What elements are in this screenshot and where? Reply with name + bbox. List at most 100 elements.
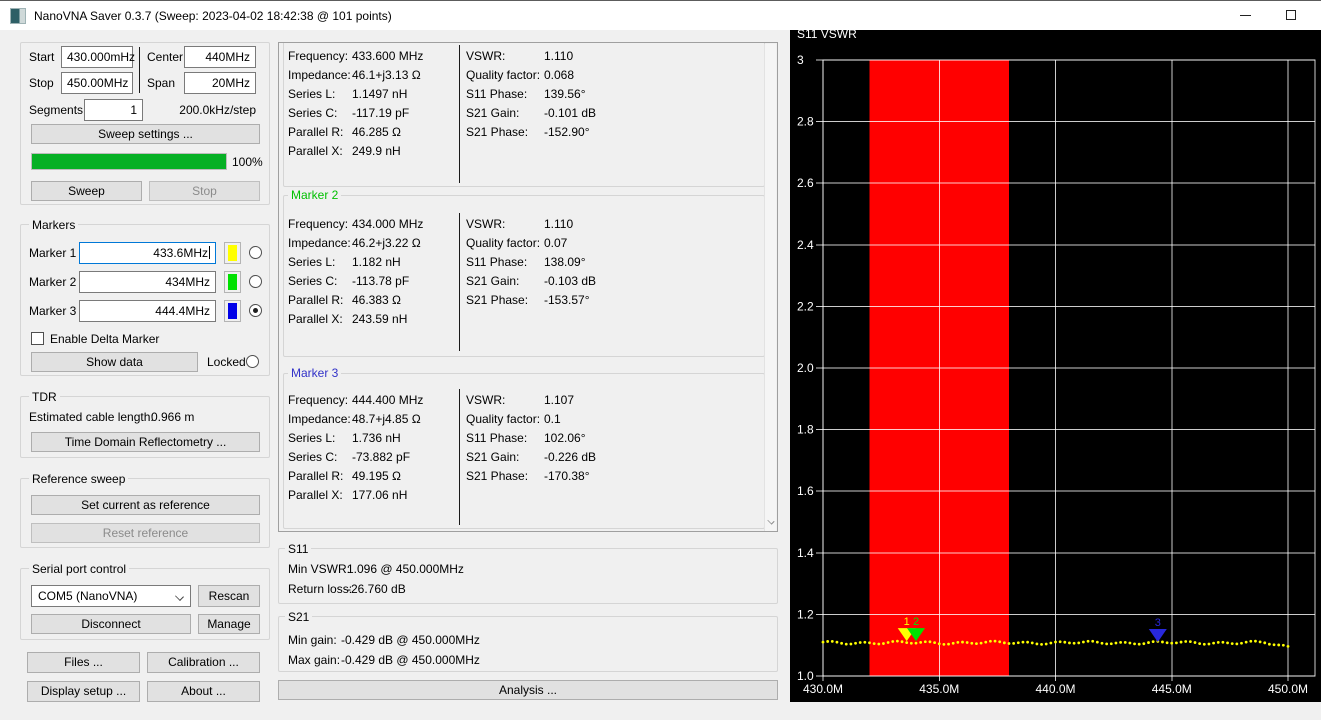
trace-point bbox=[984, 641, 987, 644]
trace-point bbox=[1217, 641, 1220, 644]
maximize-button[interactable] bbox=[1268, 1, 1314, 30]
trace-point bbox=[910, 642, 913, 645]
about-button[interactable]: About ... bbox=[147, 681, 260, 702]
y-tick-label: 2.0 bbox=[797, 361, 814, 375]
enable-delta-marker-checkbox[interactable] bbox=[31, 332, 44, 345]
trace-point bbox=[1068, 642, 1071, 645]
trace-point bbox=[840, 642, 843, 645]
marker-data-label: Frequency: bbox=[288, 393, 348, 407]
display-setup-button[interactable]: Display setup ... bbox=[27, 681, 140, 702]
s11-vswr-chart[interactable]: 32.82.62.42.22.01.81.61.41.21.0430.0M435… bbox=[790, 30, 1321, 702]
disconnect-button[interactable]: Disconnect bbox=[31, 614, 191, 634]
chevron-down-icon bbox=[175, 592, 184, 601]
marker1-color-swatch[interactable] bbox=[224, 242, 241, 264]
trace-point bbox=[1101, 642, 1104, 645]
marker-data-label: VSWR: bbox=[466, 217, 505, 231]
manage-button[interactable]: Manage bbox=[198, 614, 260, 634]
show-data-button[interactable]: Show data bbox=[31, 352, 198, 372]
marker3-color-swatch[interactable] bbox=[224, 300, 241, 322]
marker1-color bbox=[228, 245, 237, 261]
trace-point bbox=[1087, 640, 1090, 643]
trace-point bbox=[915, 642, 918, 645]
marker-block-title: Marker 3 bbox=[288, 366, 341, 380]
window-title: NanoVNA Saver 0.3.7 (Sweep: 2023-04-02 1… bbox=[34, 9, 392, 23]
minimize-button[interactable] bbox=[1222, 1, 1268, 30]
cable-length-label: Estimated cable length: bbox=[29, 410, 154, 424]
serial-group-title: Serial port control bbox=[29, 562, 129, 576]
trace-point bbox=[1166, 641, 1169, 644]
trace-point bbox=[1161, 641, 1164, 644]
marker3-label: Marker 3 bbox=[29, 304, 76, 318]
span-label: Span bbox=[147, 76, 175, 90]
y-tick-label: 1.2 bbox=[797, 607, 814, 621]
x-tick-label: 445.0M bbox=[1152, 682, 1192, 696]
files-button[interactable]: Files ... bbox=[27, 652, 140, 673]
sweep-settings-button[interactable]: Sweep settings ... bbox=[31, 124, 260, 144]
analysis-button[interactable]: Analysis ... bbox=[278, 680, 778, 700]
serial-port-select[interactable]: COM5 (NanoVNA) bbox=[31, 585, 191, 607]
marker-data-value: -73.882 pF bbox=[352, 450, 410, 464]
trace-point bbox=[877, 643, 880, 646]
segments-field[interactable]: 1 bbox=[84, 99, 143, 121]
marker3-frequency-field[interactable]: 444.4MHz bbox=[79, 300, 216, 322]
marker3-radio[interactable] bbox=[249, 304, 262, 317]
marker2-label: Marker 2 bbox=[29, 275, 76, 289]
marker-data-value: 1.110 bbox=[544, 217, 573, 231]
locked-label: Locked bbox=[207, 355, 246, 369]
trace-point bbox=[1073, 642, 1076, 645]
set-reference-button[interactable]: Set current as reference bbox=[31, 495, 260, 515]
trace-point bbox=[956, 641, 959, 644]
marker-data-label: Quality factor: bbox=[466, 68, 540, 82]
trace-point bbox=[943, 643, 946, 646]
marker1-radio[interactable] bbox=[249, 246, 262, 259]
trace-point bbox=[952, 642, 955, 645]
trace-point bbox=[1133, 642, 1136, 645]
marker1-frequency-field[interactable]: 433.6MHz bbox=[79, 242, 216, 264]
marker-data-value: -0.101 dB bbox=[544, 106, 596, 120]
marker-data-value: 243.59 nH bbox=[352, 312, 407, 326]
trace-point bbox=[924, 640, 927, 643]
trace-point bbox=[845, 643, 848, 646]
stop-button[interactable]: Stop bbox=[149, 181, 260, 201]
marker3-color bbox=[228, 303, 237, 319]
sweep-button[interactable]: Sweep bbox=[31, 181, 142, 201]
calibration-button[interactable]: Calibration ... bbox=[147, 652, 260, 673]
marker-data-value: -117.19 pF bbox=[352, 106, 409, 120]
trace-point bbox=[919, 641, 922, 644]
time-domain-reflectometry-button[interactable]: Time Domain Reflectometry ... bbox=[31, 432, 260, 452]
marker-data-label: Frequency: bbox=[288, 49, 348, 63]
trace-point bbox=[1254, 640, 1257, 643]
trace-point bbox=[1049, 642, 1052, 645]
marker2-color-swatch[interactable] bbox=[224, 271, 241, 293]
marker-data-value: 0.1 bbox=[544, 412, 561, 426]
chart-marker-3 bbox=[1149, 629, 1167, 642]
marker-panel-scrollbar[interactable] bbox=[764, 44, 776, 532]
markers-group: Markers Marker 1 433.6MHz Marker 2 434MH… bbox=[20, 224, 270, 376]
y-tick-label: 2.2 bbox=[797, 299, 814, 313]
marker2-color bbox=[228, 274, 237, 290]
marker-data-label: Impedance: bbox=[288, 68, 351, 82]
span-frequency-field[interactable]: 20MHz bbox=[184, 72, 256, 94]
stop-frequency-field[interactable]: 450.00MHz bbox=[61, 72, 133, 94]
locked-radio[interactable] bbox=[246, 355, 259, 368]
marker-data-value: 102.06° bbox=[544, 431, 586, 445]
rescan-button[interactable]: Rescan bbox=[198, 585, 260, 607]
trace-point bbox=[1036, 643, 1039, 646]
marker2-frequency-field[interactable]: 434MHz bbox=[79, 271, 216, 293]
marker-data-label: Parallel X: bbox=[288, 488, 343, 502]
marker-data-label: Quality factor: bbox=[466, 412, 540, 426]
marker-block-title: Marker 2 bbox=[288, 188, 341, 202]
reset-reference-button[interactable]: Reset reference bbox=[31, 523, 260, 543]
marker2-radio[interactable] bbox=[249, 275, 262, 288]
start-frequency-field[interactable]: 430.000mHz bbox=[61, 46, 133, 68]
y-tick-label: 1.0 bbox=[797, 669, 814, 683]
segments-label: Segments bbox=[29, 103, 83, 117]
chart-marker-label-1: 1 bbox=[904, 616, 910, 628]
center-frequency-field[interactable]: 440MHz bbox=[184, 46, 256, 68]
trace-point bbox=[1189, 640, 1192, 643]
marker-data-value: -153.57° bbox=[544, 293, 590, 307]
marker-data-value: 177.06 nH bbox=[352, 488, 407, 502]
y-tick-label: 1.6 bbox=[797, 484, 814, 498]
trace-point bbox=[1287, 645, 1290, 648]
trace-point bbox=[1091, 640, 1094, 643]
